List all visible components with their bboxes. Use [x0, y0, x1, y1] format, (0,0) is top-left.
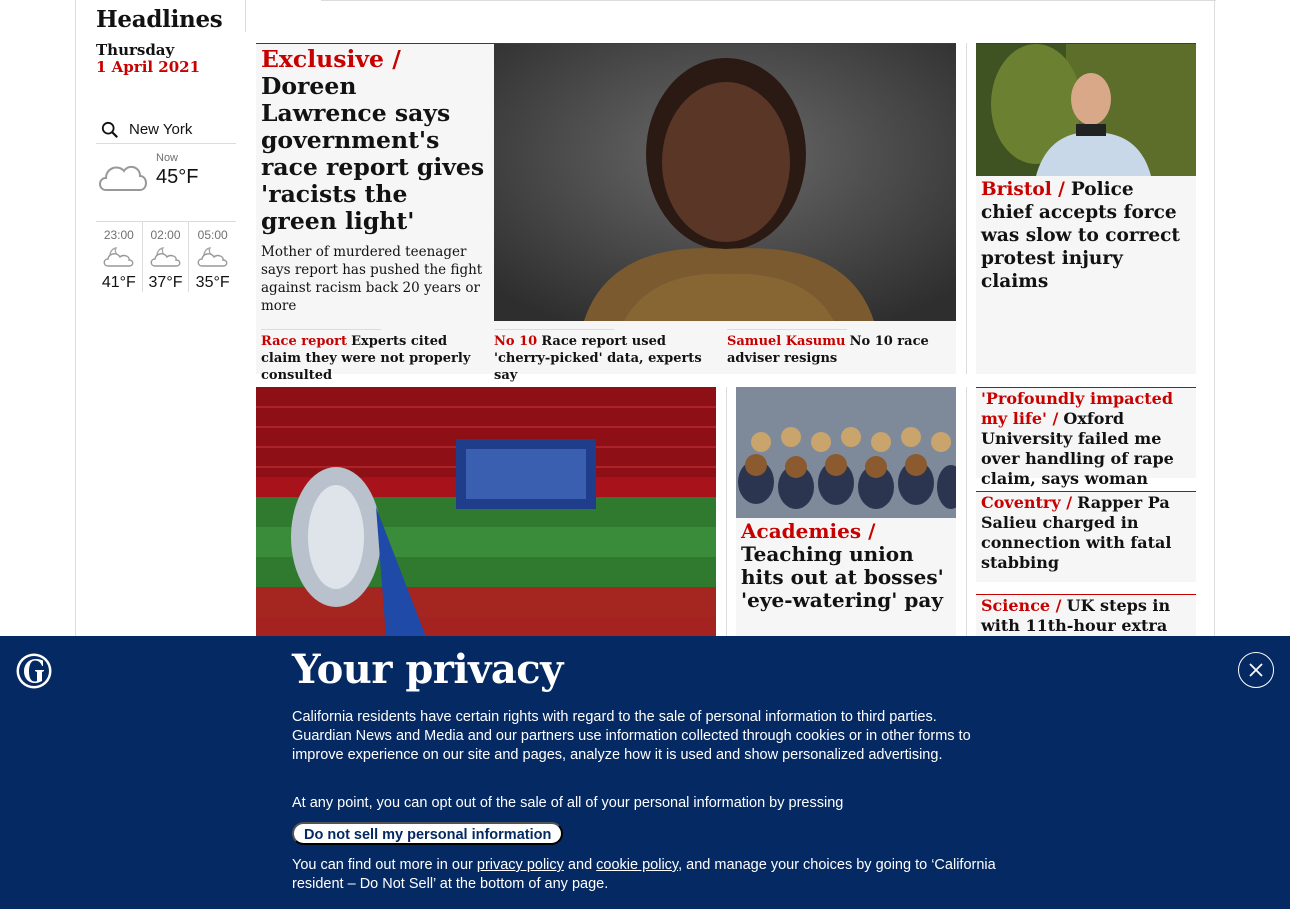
column-divider: [966, 43, 967, 374]
academies-image[interactable]: [736, 387, 956, 518]
privacy-title: Your privacy: [292, 646, 563, 693]
weather-now-temp: 45°F: [156, 166, 199, 188]
academies-story-card[interactable]: Academies / Teaching union hits out at b…: [736, 387, 956, 647]
section-title: Headlines: [96, 6, 223, 33]
privacy-and-text: and: [563, 857, 597, 873]
lead-image[interactable]: [494, 44, 956, 321]
weather-location-search[interactable]: New York: [96, 116, 236, 144]
column-divider: [966, 387, 967, 637]
date-day: Thursday: [96, 41, 175, 59]
sublink-kicker: Samuel Kasumu: [727, 334, 846, 349]
stadium-image: [256, 387, 716, 637]
top-divider: [321, 0, 1216, 1]
do-not-sell-button[interactable]: Do not sell my personal information: [292, 822, 564, 845]
cloud-night-icon: [197, 247, 228, 267]
column-divider: [726, 387, 727, 637]
classroom-image: [736, 387, 956, 518]
side-story-image[interactable]: [976, 44, 1196, 176]
cloud-night-icon: [103, 247, 134, 267]
police-chief-image: [976, 44, 1196, 176]
small-story-card[interactable]: Coventry / Rapper Pa Salieu charged in c…: [976, 491, 1196, 582]
weather-forecast: 23:00 41°F 02:00 37°F 05:00 35°F: [96, 222, 236, 292]
forecast-temp: 35°F: [195, 274, 230, 291]
sublink[interactable]: Samuel Kasumu No 10 race adviser resigns: [727, 329, 942, 367]
fa-cup-image[interactable]: [256, 387, 716, 637]
lead-kicker: Exclusive /: [261, 45, 401, 73]
forecast-time: 23:00: [103, 228, 134, 242]
date-full: 1 April 2021: [96, 58, 201, 76]
cloud-night-icon: [150, 247, 180, 267]
forecast-time: 02:00: [150, 228, 181, 242]
privacy-more-text: You can find out more in our: [292, 857, 477, 873]
column-divider: [245, 0, 246, 32]
small-story-card[interactable]: 'Profoundly impacted my life' / Oxford U…: [976, 387, 1196, 488]
portrait-image: [494, 44, 956, 321]
search-icon: [101, 121, 118, 138]
privacy-body-more: You can find out more in our privacy pol…: [292, 856, 997, 894]
close-button[interactable]: [1238, 652, 1274, 688]
lead-headline[interactable]: Exclusive / Doreen Lawrence says governm…: [261, 46, 489, 235]
privacy-banner: Your privacy California residents have c…: [0, 636, 1290, 909]
weather-widget: New York Now 45°F 23:00 41°F 02:00 37°F …: [96, 116, 236, 292]
sublink-kicker: Race report: [261, 334, 347, 349]
side-kicker: Bristol /: [981, 179, 1065, 200]
privacy-body: California residents have certain rights…: [292, 709, 971, 763]
privacy-body-optout: At any point, you can opt out of the sal…: [292, 795, 844, 811]
lead-headline-text: Doreen Lawrence says government's race r…: [261, 72, 485, 235]
side-story-card[interactable]: Bristol / Police chief accepts force was…: [976, 43, 1196, 374]
academies-headline[interactable]: Academies / Teaching union hits out at b…: [736, 518, 956, 614]
academies-headline-text: Teaching union hits out at bosses' 'eye-…: [741, 542, 944, 612]
sublink[interactable]: No 10 Race report used 'cherry-picked' d…: [494, 329, 709, 384]
lead-standfirst: Mother of murdered teenager says report …: [261, 244, 483, 314]
cloud-icon: [99, 165, 147, 191]
weather-now: Now 45°F: [96, 144, 236, 222]
sublink-kicker: No 10: [494, 334, 538, 349]
academies-kicker: Academies /: [741, 519, 876, 543]
privacy-policy-link[interactable]: privacy policy: [477, 857, 564, 873]
guardian-logo-icon[interactable]: [16, 653, 52, 689]
small-kicker: Science /: [981, 596, 1062, 615]
sublink[interactable]: Race report Experts cited claim they wer…: [261, 329, 476, 384]
forecast-temp: 41°F: [101, 274, 136, 291]
forecast-slot: 23:00 41°F: [96, 222, 143, 292]
forecast-time: 05:00: [197, 228, 228, 242]
forecast-slot: 05:00 35°F: [189, 222, 236, 292]
forecast-temp: 37°F: [148, 274, 183, 291]
small-kicker: Coventry /: [981, 493, 1073, 512]
close-icon: [1249, 663, 1263, 677]
forecast-slot: 02:00 37°F: [143, 222, 190, 292]
side-headline[interactable]: Bristol / Police chief accepts force was…: [976, 176, 1196, 295]
lead-story-card[interactable]: Exclusive / Doreen Lawrence says governm…: [256, 43, 956, 383]
weather-location: New York: [129, 121, 193, 138]
weather-now-label: Now: [156, 152, 179, 164]
cookie-policy-link[interactable]: cookie policy: [596, 857, 678, 873]
